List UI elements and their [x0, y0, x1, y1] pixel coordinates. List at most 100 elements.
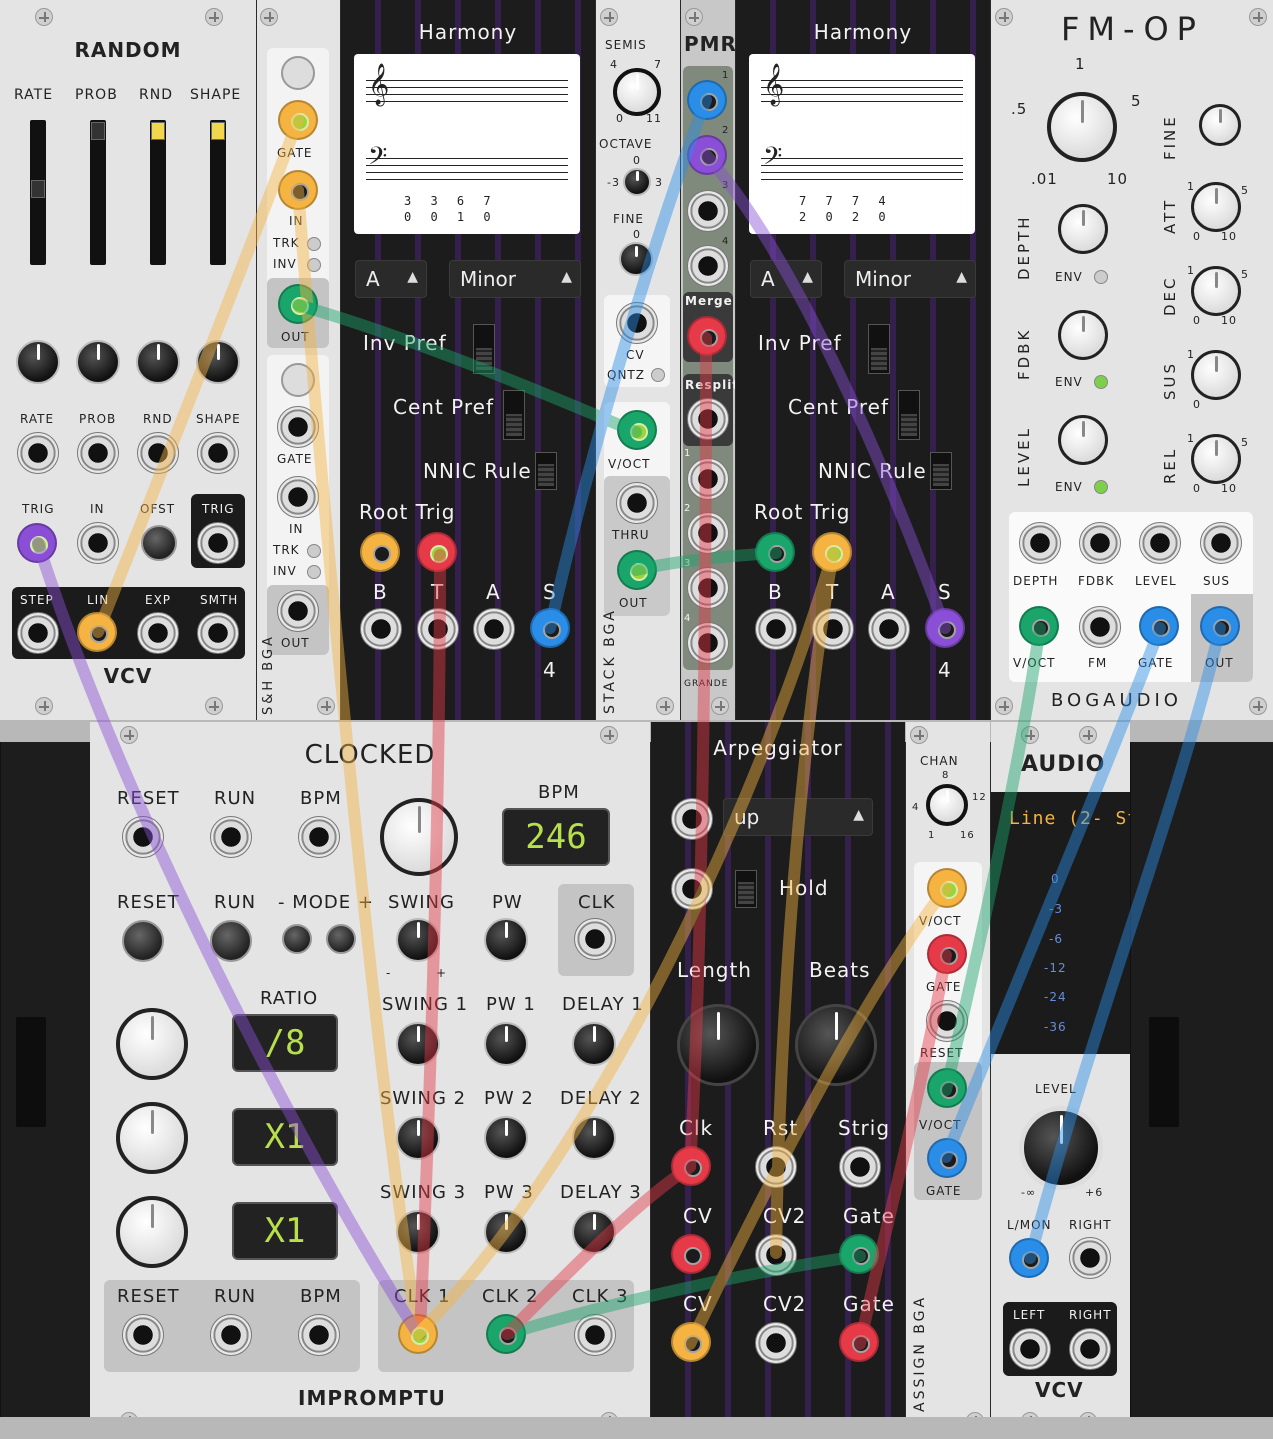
mode-minus-button[interactable]: [282, 924, 312, 954]
pmr-resplit-jack[interactable]: [687, 398, 729, 440]
clk3-out-jack[interactable]: [574, 1314, 616, 1356]
level-cv-jack[interactable]: [1139, 522, 1181, 564]
ratio-2-knob[interactable]: [116, 1102, 188, 1174]
fdbk-cv-jack[interactable]: [1079, 522, 1121, 564]
beats-knob[interactable]: [795, 1004, 877, 1086]
arp-cv-out-plug[interactable]: [671, 1322, 711, 1362]
harmony2-mode-select[interactable]: Minor ▲: [844, 260, 976, 298]
rnd-knob[interactable]: [136, 340, 180, 384]
harmony2-out-s-plug[interactable]: [925, 608, 965, 648]
pw-1-knob[interactable]: [484, 1022, 528, 1066]
assign-reset-jack[interactable]: [926, 1000, 968, 1042]
arp-gate-out-plug[interactable]: [839, 1322, 879, 1362]
fm-out-plug[interactable]: [1200, 606, 1240, 646]
run-button[interactable]: [210, 920, 252, 962]
depth-cv-jack[interactable]: [1019, 522, 1061, 564]
audio-device-display[interactable]: Line (2- St: [1009, 808, 1130, 829]
swing-2-knob[interactable]: [396, 1116, 440, 1160]
swing-1-knob[interactable]: [396, 1022, 440, 1066]
harmony1-out-s-plug[interactable]: [530, 608, 570, 648]
depth-knob[interactable]: [1058, 204, 1108, 254]
fm-voct-plug[interactable]: [1019, 606, 1059, 646]
smth-output-jack[interactable]: [197, 612, 239, 654]
sh1-trk-led[interactable]: [307, 237, 321, 251]
harmony2-trig-plug[interactable]: [812, 532, 852, 572]
arp-cv2-out-jack[interactable]: [755, 1322, 797, 1364]
swing-3-knob[interactable]: [396, 1210, 440, 1254]
harmony2-key-select[interactable]: A ▲: [750, 260, 822, 298]
fdbk-env-led[interactable]: [1094, 375, 1108, 389]
arp-mode-select[interactable]: up ▲: [723, 798, 873, 836]
reset-in-jack[interactable]: [122, 816, 164, 858]
reset-button[interactable]: [122, 920, 164, 962]
hold-switch[interactable]: [735, 870, 757, 908]
sh2-trk-led[interactable]: [307, 544, 321, 558]
stack-out-plug[interactable]: [617, 550, 657, 590]
harmony1-trig-plug[interactable]: [417, 532, 457, 572]
trig-input-plug[interactable]: [17, 523, 57, 563]
arp-cv2-in-jack[interactable]: [755, 1234, 797, 1276]
audio-level-knob[interactable]: [1019, 1106, 1103, 1190]
level-knob[interactable]: [1058, 415, 1108, 465]
prob-knob[interactable]: [76, 340, 120, 384]
fine-knob[interactable]: [619, 242, 653, 276]
sus-knob[interactable]: [1191, 350, 1241, 400]
pmr-out-1[interactable]: [687, 458, 729, 500]
in-jack[interactable]: [77, 522, 119, 564]
sh1-trigger-button[interactable]: [281, 56, 315, 90]
cv-jack[interactable]: [616, 302, 658, 344]
pw-3-knob[interactable]: [484, 1210, 528, 1254]
audio-right-out-jack[interactable]: [1069, 1328, 1111, 1370]
harmony1-out-t-jack[interactable]: [417, 608, 459, 650]
pmr-out-4[interactable]: [687, 622, 729, 664]
assign-gate-in-plug[interactable]: [927, 934, 967, 974]
pw-2-knob[interactable]: [484, 1116, 528, 1160]
rnd-cv-jack[interactable]: [137, 432, 179, 474]
assign-gate-out-plug[interactable]: [927, 1138, 967, 1178]
swing-knob[interactable]: [396, 918, 440, 962]
octave-knob[interactable]: [623, 168, 651, 196]
harmony1-inv-pref-switch[interactable]: [473, 324, 495, 374]
shape-slider[interactable]: [210, 120, 226, 265]
arp-strig-jack[interactable]: [839, 1146, 881, 1188]
mode-plus-button[interactable]: [326, 924, 356, 954]
harmony2-cent-pref-switch[interactable]: [898, 390, 920, 440]
sh1-inv-led[interactable]: [307, 258, 321, 272]
audio-lmon-plug[interactable]: [1009, 1238, 1049, 1278]
run-in-jack[interactable]: [210, 816, 252, 858]
ratio-3-knob[interactable]: [116, 1196, 188, 1268]
arp-clk-plug[interactable]: [671, 1146, 711, 1186]
att-knob[interactable]: [1191, 182, 1241, 232]
fm-gate-plug[interactable]: [1139, 606, 1179, 646]
rnd-slider[interactable]: [150, 120, 166, 265]
sh2-out-jack[interactable]: [277, 590, 319, 632]
sh1-gate-plug[interactable]: [278, 100, 318, 140]
tempo-knob[interactable]: [380, 798, 458, 876]
level-env-led[interactable]: [1094, 480, 1108, 494]
pmr-out-3[interactable]: [687, 567, 729, 609]
dec-knob[interactable]: [1191, 266, 1241, 316]
harmony2-out-t-jack[interactable]: [812, 608, 854, 650]
pmr-out-2[interactable]: [687, 512, 729, 554]
rate-slider[interactable]: [30, 120, 46, 265]
audio-left-out-jack[interactable]: [1009, 1328, 1051, 1370]
ratio-knob[interactable]: [1047, 92, 1117, 162]
qntz-led[interactable]: [651, 368, 665, 382]
thru-jack[interactable]: [616, 482, 658, 524]
clk-in-jack[interactable]: [574, 918, 616, 960]
arp-rst-jack[interactable]: [755, 1146, 797, 1188]
harmony2-nnic-switch[interactable]: [930, 452, 952, 490]
sh2-trigger-button[interactable]: [281, 363, 315, 397]
chan-knob[interactable]: [926, 784, 968, 826]
pmr-in-3[interactable]: [687, 190, 729, 232]
pmr-in-4[interactable]: [687, 245, 729, 287]
sh1-in-plug[interactable]: [278, 170, 318, 210]
rate-cv-jack[interactable]: [17, 432, 59, 474]
harmony1-root-plug[interactable]: [360, 532, 400, 572]
harmony1-out-a-jack[interactable]: [473, 608, 515, 650]
audio-right-in-jack[interactable]: [1069, 1237, 1111, 1279]
harmony2-root-plug[interactable]: [755, 532, 795, 572]
fdbk-knob[interactable]: [1058, 310, 1108, 360]
fm-fine-knob[interactable]: [1199, 104, 1241, 146]
ratio-1-knob[interactable]: [116, 1008, 188, 1080]
